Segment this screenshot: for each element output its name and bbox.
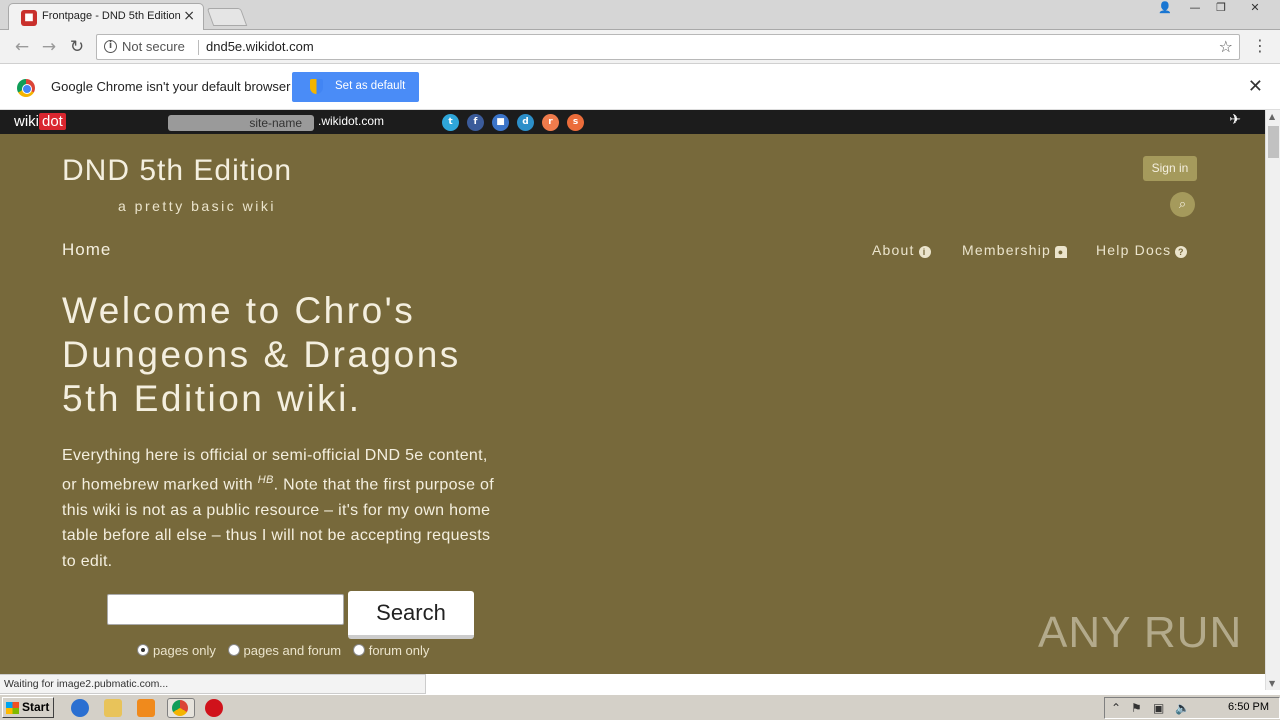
info-icon[interactable]: i bbox=[104, 40, 117, 53]
site-name-input[interactable]: site-name bbox=[168, 115, 314, 131]
radio-pages-only[interactable]: pages only bbox=[137, 643, 216, 658]
omnibox-separator bbox=[198, 40, 199, 55]
radio-forum-only-label: forum only bbox=[368, 643, 430, 658]
flag-icon[interactable]: ⚑ bbox=[1131, 701, 1142, 715]
facebook-icon[interactable]: f bbox=[467, 114, 484, 131]
new-tab-button[interactable] bbox=[206, 8, 248, 26]
search-scope-options: pages only pages and forum forum only bbox=[137, 643, 437, 658]
system-tray: ⌃ ⚑ ▣ 🔈 6:50 PM bbox=[1104, 697, 1280, 719]
vertical-scrollbar[interactable]: ▲ ▼ bbox=[1265, 110, 1280, 690]
network-icon[interactable]: ▣ bbox=[1153, 701, 1164, 715]
nav-home[interactable]: Home bbox=[62, 240, 111, 260]
twitter-icon[interactable]: t bbox=[442, 114, 459, 131]
reddit-icon[interactable]: r bbox=[542, 114, 559, 131]
tab-close-icon[interactable]: × bbox=[183, 8, 195, 24]
set-as-default-button[interactable]: Set as default bbox=[292, 72, 419, 102]
opera-icon[interactable] bbox=[205, 699, 223, 717]
anyrun-watermark: ANY RUN bbox=[1038, 608, 1243, 657]
forward-arrow-icon[interactable]: → bbox=[38, 36, 60, 58]
site-suffix: .wikidot.com bbox=[318, 114, 385, 128]
media-player-icon[interactable] bbox=[137, 699, 155, 717]
nav-membership-label: Membership bbox=[962, 242, 1052, 258]
info-circle-icon: i bbox=[918, 246, 931, 258]
nav-about[interactable]: About i bbox=[872, 242, 931, 258]
radio-button-selected[interactable] bbox=[137, 644, 149, 656]
browser-toolbar: ← → ↻ i Not secure dnd5e.wikidot.com ☆ ⋮ bbox=[0, 30, 1280, 64]
logo-dot: dot bbox=[39, 113, 66, 130]
browser-tab-active[interactable]: ■ Frontpage - DND 5th Edition × bbox=[8, 3, 204, 30]
scrollbar-thumb[interactable] bbox=[1268, 126, 1279, 158]
infobar-close-icon[interactable]: ✕ bbox=[1248, 76, 1263, 97]
site-subtitle: a pretty basic wiki bbox=[118, 198, 276, 214]
airplane-icon[interactable]: ✈ bbox=[1229, 112, 1241, 128]
status-bubble: Waiting for image2.pubmatic.com... bbox=[0, 674, 426, 694]
logo-wiki: wiki bbox=[14, 113, 39, 130]
delicious-icon[interactable]: ■ bbox=[492, 114, 509, 131]
tab-title: Frontpage - DND 5th Edition bbox=[42, 10, 181, 22]
windows-taskbar: Start ⌃ ⚑ ▣ 🔈 6:50 PM bbox=[0, 694, 1280, 720]
search-icon[interactable]: ⌕ bbox=[1170, 192, 1195, 217]
address-bar[interactable]: i Not secure dnd5e.wikidot.com ☆ bbox=[96, 34, 1240, 60]
page-content: DND 5th Edition a pretty basic wiki Sign… bbox=[0, 134, 1265, 674]
clock[interactable]: 6:50 PM bbox=[1228, 701, 1269, 713]
scroll-up-icon[interactable]: ▲ bbox=[1269, 112, 1275, 121]
page-headline: Welcome to Chro's Dungeons & Dragons 5th… bbox=[62, 290, 461, 419]
volume-icon[interactable]: 🔈 bbox=[1175, 701, 1190, 715]
wikidot-favicon-icon: ■ bbox=[21, 10, 37, 26]
minimize-icon[interactable]: — bbox=[1182, 0, 1208, 18]
intro-paragraph: Everything here is official or semi-offi… bbox=[62, 443, 507, 574]
window-close-icon[interactable]: ✕ bbox=[1240, 0, 1270, 18]
search-button[interactable]: Search bbox=[348, 591, 474, 639]
start-button[interactable]: Start bbox=[2, 697, 54, 718]
radio-pages-and-forum-label: pages and forum bbox=[243, 643, 342, 658]
restore-icon[interactable]: ❐ bbox=[1208, 0, 1234, 18]
browser-menu-icon[interactable]: ⋮ bbox=[1252, 38, 1268, 54]
bookmark-star-icon[interactable]: ☆ bbox=[1219, 37, 1233, 56]
windows-logo-icon bbox=[6, 702, 19, 714]
nav-about-label: About bbox=[872, 242, 915, 258]
start-label: Start bbox=[22, 700, 50, 714]
user-profile-icon[interactable]: 👤 bbox=[1152, 0, 1178, 18]
homebrew-marker: HB bbox=[257, 474, 274, 487]
question-circle-icon: ? bbox=[1175, 246, 1188, 258]
scroll-down-icon[interactable]: ▼ bbox=[1269, 679, 1275, 688]
nav-help-docs-label: Help Docs bbox=[1096, 242, 1172, 258]
user-icon: ● bbox=[1055, 246, 1068, 258]
stumbleupon-icon[interactable]: s bbox=[567, 114, 584, 131]
default-browser-infobar: Google Chrome isn't your default browser… bbox=[0, 65, 1280, 110]
security-label[interactable]: Not secure bbox=[122, 39, 185, 54]
radio-pages-and-forum[interactable]: pages and forum bbox=[227, 643, 342, 658]
digg-icon[interactable]: d bbox=[517, 114, 534, 131]
back-arrow-icon[interactable]: ← bbox=[11, 36, 33, 58]
search-input[interactable] bbox=[107, 594, 344, 625]
tray-expand-icon[interactable]: ⌃ bbox=[1111, 701, 1121, 715]
radio-button[interactable] bbox=[352, 644, 365, 656]
infobar-message: Google Chrome isn't your default browser bbox=[51, 79, 291, 94]
radio-pages-only-label: pages only bbox=[153, 643, 216, 658]
set-as-default-label: Set as default bbox=[335, 80, 406, 92]
url-text[interactable]: dnd5e.wikidot.com bbox=[206, 39, 314, 54]
shield-icon bbox=[310, 79, 323, 94]
radio-forum-only[interactable]: forum only bbox=[352, 643, 430, 658]
radio-button[interactable] bbox=[227, 644, 240, 656]
ie-icon[interactable] bbox=[71, 699, 89, 717]
tab-strip: ■ Frontpage - DND 5th Edition × 👤 — ❐ ✕ bbox=[0, 0, 1280, 30]
chrome-taskbar-icon bbox=[172, 700, 188, 716]
chrome-logo-icon bbox=[17, 79, 35, 97]
folder-icon[interactable] bbox=[104, 699, 122, 717]
site-title[interactable]: DND 5th Edition bbox=[62, 154, 292, 188]
reload-icon[interactable]: ↻ bbox=[66, 36, 88, 58]
nav-help-docs[interactable]: Help Docs? bbox=[1096, 242, 1188, 258]
sign-in-button[interactable]: Sign in bbox=[1143, 156, 1197, 181]
wikidot-logo[interactable]: wiki dot bbox=[14, 113, 66, 130]
nav-membership[interactable]: Membership ● bbox=[962, 242, 1068, 258]
wikidot-bar: wiki dot site-name .wikidot.com t f ■ d r… bbox=[0, 110, 1265, 134]
